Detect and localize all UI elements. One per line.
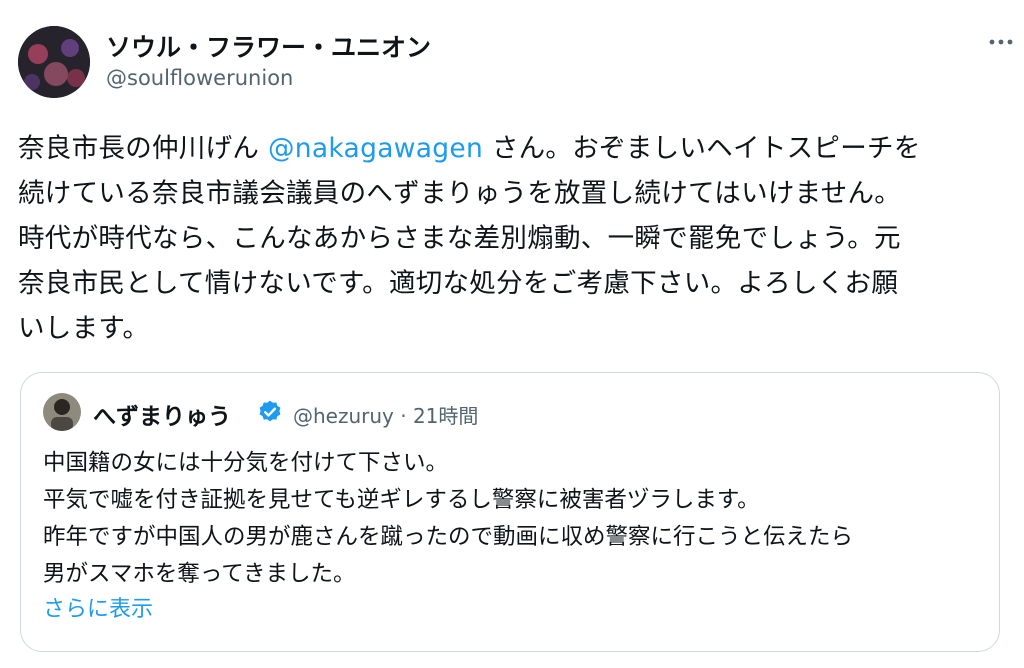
tweet-text-part: 奈良市長の仲川げん xyxy=(18,133,268,164)
more-options-icon xyxy=(989,39,1013,45)
quoted-author-name[interactable]: へずまりゅう xyxy=(93,397,231,431)
band-photo-avatar-icon xyxy=(18,26,90,98)
verified-badge-icon xyxy=(257,399,283,425)
person-avatar-icon xyxy=(43,393,81,431)
tweet: ソウル・フラワー・ユニオン @soulflowerunion 奈良市長の仲川げん… xyxy=(0,0,1024,668)
author-avatar[interactable] xyxy=(18,26,90,98)
quoted-tweet[interactable]: へずまりゅう @hezuruy · 21時間 中国籍の女には十分気を付けて下さい… xyxy=(20,372,1000,652)
quoted-author-handle[interactable]: @hezuruy · 21時間 xyxy=(293,400,478,429)
show-more-link[interactable]: さらに表示 xyxy=(43,591,153,623)
author-name[interactable]: ソウル・フラワー・ユニオン xyxy=(106,28,431,64)
quoted-author-avatar[interactable] xyxy=(43,393,81,431)
author-handle[interactable]: @soulflowerunion xyxy=(106,66,293,90)
tweet-text-part: さん。おぞましいヘイトスピーチを 続けている奈良市議会議員のへずまりゅうを放置し… xyxy=(18,133,921,344)
tweet-text: 奈良市長の仲川げん @nakagawagen さん。おぞましいヘイトスピーチを … xyxy=(18,126,1008,351)
more-options-button[interactable] xyxy=(986,30,1016,54)
mention-link[interactable]: @nakagawagen xyxy=(268,133,483,164)
quoted-tweet-text: 中国籍の女には十分気を付けて下さい。 平気で嘘を付き証拠を見せても逆ギレするし警… xyxy=(43,450,854,587)
